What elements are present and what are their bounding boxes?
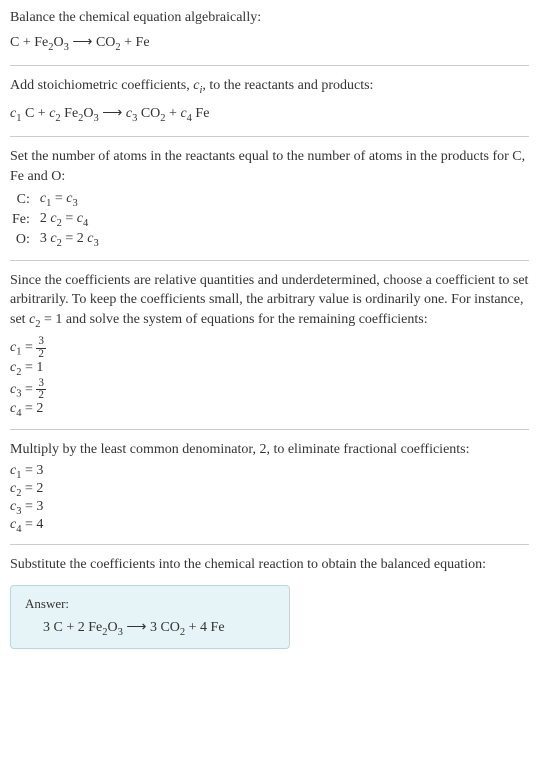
- step-2: Add stoichiometric coefficients, ci, to …: [10, 76, 529, 126]
- table-row: Fe: 2 c2 = c4: [10, 210, 105, 230]
- step1-equation: C + Fe2O3 ⟶ CO2 + Fe: [10, 32, 529, 55]
- step-5: Multiply by the least common denominator…: [10, 440, 529, 535]
- coef-line: c4 = 4: [10, 517, 529, 535]
- answer-box: Answer: 3 C + 2 Fe2O3 ⟶ 3 CO2 + 4 Fe: [10, 585, 290, 649]
- step3-title: Set the number of atoms in the reactants…: [10, 147, 529, 186]
- elem-label: C:: [10, 190, 38, 210]
- step-1: Balance the chemical equation algebraica…: [10, 8, 529, 55]
- coef-line: c1 = 3: [10, 463, 529, 481]
- coef-int-list: c1 = 3 c2 = 2 c3 = 3 c4 = 4: [10, 463, 529, 534]
- coef-frac-list: c1 = 32 c2 = 1 c3 = 32 c4 = 2: [10, 336, 529, 418]
- table-row: O: 3 c2 = 2 c3: [10, 230, 105, 250]
- divider: [10, 429, 529, 430]
- elem-label: O:: [10, 230, 38, 250]
- step5-title: Multiply by the least common denominator…: [10, 440, 529, 460]
- coef-line: c3 = 3: [10, 499, 529, 517]
- step2-equation: c1 C + c2 Fe2O3 ⟶ c3 CO2 + c4 Fe: [10, 103, 529, 126]
- answer-label: Answer:: [25, 596, 275, 612]
- divider: [10, 544, 529, 545]
- elem-eq: 3 c2 = 2 c3: [38, 230, 105, 250]
- step-6: Substitute the coefficients into the che…: [10, 555, 529, 648]
- divider: [10, 65, 529, 66]
- table-row: C: c1 = c3: [10, 190, 105, 210]
- coef-line: c2 = 1: [10, 360, 529, 378]
- elem-label: Fe:: [10, 210, 38, 230]
- answer-equation: 3 C + 2 Fe2O3 ⟶ 3 CO2 + 4 Fe: [25, 618, 275, 638]
- divider: [10, 136, 529, 137]
- step2-title: Add stoichiometric coefficients, ci, to …: [10, 76, 529, 98]
- divider: [10, 260, 529, 261]
- coef-line: c1 = 32: [10, 336, 529, 359]
- elem-eq: 2 c2 = c4: [38, 210, 105, 230]
- step4-title: Since the coefficients are relative quan…: [10, 271, 529, 333]
- step-4: Since the coefficients are relative quan…: [10, 271, 529, 419]
- step6-title: Substitute the coefficients into the che…: [10, 555, 529, 575]
- step-3: Set the number of atoms in the reactants…: [10, 147, 529, 250]
- coef-line: c2 = 2: [10, 481, 529, 499]
- atom-balance-table: C: c1 = c3 Fe: 2 c2 = c4 O: 3 c2 = 2 c3: [10, 190, 105, 249]
- coef-line: c3 = 32: [10, 378, 529, 401]
- step1-title: Balance the chemical equation algebraica…: [10, 8, 529, 28]
- elem-eq: c1 = c3: [38, 190, 105, 210]
- coef-line: c4 = 2: [10, 401, 529, 419]
